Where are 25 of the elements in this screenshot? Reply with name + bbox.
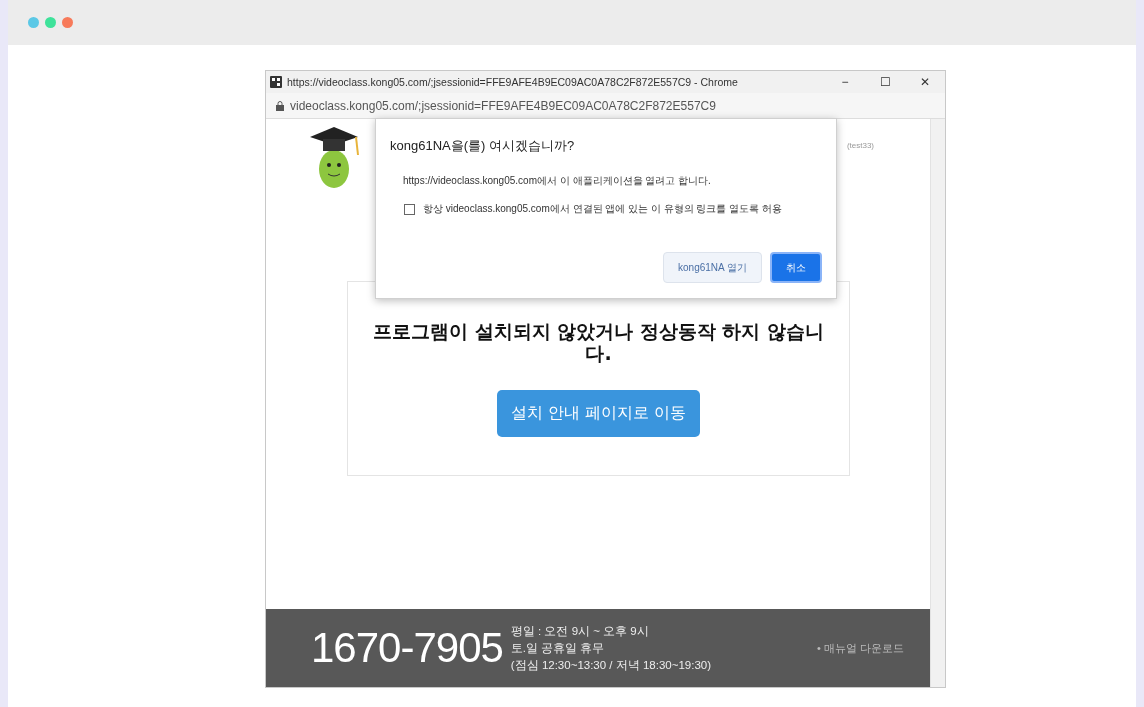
hours-text: 토.일 공휴일 휴무 <box>510 640 606 656</box>
scrollbar[interactable] <box>930 119 945 687</box>
dialog-message: https://videoclass.kong05.com에서 이 애플리케이션을 열려고 합니다. <box>403 174 712 188</box>
window-control-button[interactable]: − <box>825 75 865 89</box>
cancel-button[interactable]: 취소 <box>770 252 822 283</box>
dialog-title: kong61NA을(를) 여시겠습니까? <box>390 137 576 155</box>
user-id: (test33) <box>846 141 874 152</box>
window-control-button[interactable]: ✕ <box>905 75 945 89</box>
checkbox[interactable] <box>404 203 415 215</box>
hours-text: 평일 : 오전 9시 ~ 오후 9시 <box>510 623 650 639</box>
app-icon <box>270 76 282 88</box>
window-dot-icon <box>45 17 56 28</box>
checkbox-label[interactable]: 항상 videoclass.kong05.com에서 연결된 앱에 있는 이 유형의 링크를 열도록 허용 <box>423 202 782 216</box>
phone-number: 1670-7905 <box>311 624 503 672</box>
window-dot-icon <box>62 17 73 28</box>
open-app-button[interactable]: kong61NA 열기 <box>663 252 762 283</box>
window-control-button[interactable]: ☐ <box>865 75 905 89</box>
window-dot-icon <box>28 17 39 28</box>
address-bar[interactable]: videoclass.kong05.com/;jsessionid=FFE9AFE4B9EC09AC0A78C2F872E557C9 <box>266 93 945 119</box>
notice-text: 프로그램이 설치되지 않았거나 정상동작 하지 않습니다. <box>371 320 826 364</box>
hours-text: (점심 12:30~13:30 / 저녁 18:30~19:30) <box>510 657 712 673</box>
url-text: videoclass.kong05.com/;jsessionid=FFE9AFE4B9EC09AC0A78C2F872E557C9 <box>290 98 716 113</box>
manual-download-link[interactable]: • 매뉴얼 다운로드 <box>817 640 904 656</box>
lock-icon <box>276 100 284 111</box>
window-title: https://videoclass.kong05.com/;jsessionid=FFE9AFE4B9EC09AC0A78C2F872E557C9 - Chrome <box>287 76 739 88</box>
